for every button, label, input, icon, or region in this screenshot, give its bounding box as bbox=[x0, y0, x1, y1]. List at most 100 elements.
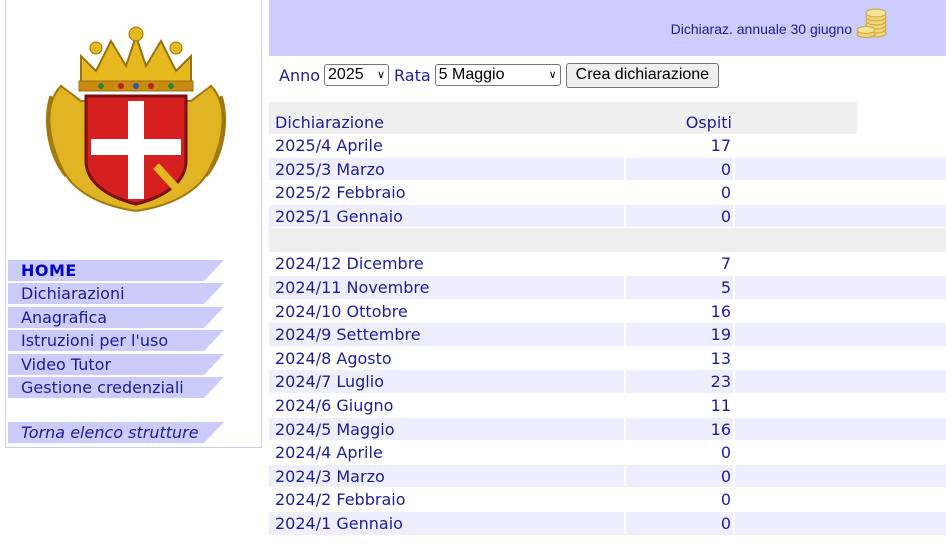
cell-empty bbox=[735, 370, 946, 393]
ospiti-value: 0 bbox=[720, 490, 731, 510]
declaration-link[interactable]: 2024/10 Ottobre bbox=[275, 301, 408, 322]
cell-dichiarazione: 2025/3 Marzo bbox=[269, 157, 624, 181]
sidebar-menu: HOME Dichiarazioni Anagrafica Istruzioni… bbox=[8, 260, 261, 445]
table-row: 2024/9 Settembre 19 bbox=[269, 323, 946, 347]
cell-ospiti: 0 bbox=[626, 464, 733, 488]
table-row: 2024/11 Novembre 5 bbox=[269, 275, 946, 300]
cell-ospiti: 23 bbox=[626, 370, 733, 393]
declaration-link[interactable]: 2024/4 Aprile bbox=[275, 442, 383, 463]
table-row: 2025/2 Febbraio 0 bbox=[269, 181, 946, 205]
cell-ospiti: 0 bbox=[626, 511, 733, 535]
chevron-down-icon: ∨ bbox=[376, 69, 386, 81]
cell-ospiti: 5 bbox=[626, 275, 733, 299]
declaration-link[interactable]: 2024/5 Maggio bbox=[275, 419, 395, 440]
declaration-link[interactable]: 2024/11 Novembre bbox=[275, 277, 429, 298]
menu-item-label: Video Tutor bbox=[21, 354, 112, 374]
declaration-link[interactable]: 2024/1 Gennaio bbox=[275, 513, 403, 534]
cell-ospiti: 13 bbox=[626, 346, 733, 370]
cell-empty bbox=[735, 252, 946, 275]
cell-empty bbox=[735, 393, 946, 417]
cell-dichiarazione: 2024/2 Febbraio bbox=[269, 488, 624, 511]
table-group-2025: 2025/4 Aprile 17 2025/3 Marzo 0 2025/2 Febbr… bbox=[269, 134, 946, 228]
table-group-2024: 2024/12 Dicembre 7 2024/11 Novembre 5 2024/1… bbox=[269, 252, 946, 535]
cell-empty bbox=[735, 441, 946, 464]
ospiti-value: 7 bbox=[720, 254, 731, 274]
anno-select-value: 2025 bbox=[328, 66, 364, 83]
crea-dichiarazione-button[interactable]: Crea dichiarazione bbox=[565, 62, 720, 88]
menu-item-anagrafica[interactable]: Anagrafica bbox=[8, 306, 261, 328]
torna-elenco-strutture-link[interactable]: Torna elenco strutture bbox=[8, 421, 261, 443]
cell-ospiti: 16 bbox=[626, 417, 733, 441]
cell-dichiarazione: 2024/6 Giugno bbox=[269, 393, 624, 417]
group-separator bbox=[269, 228, 946, 253]
table-row: 2024/8 Agosto 13 bbox=[269, 346, 946, 371]
cell-dichiarazione: 2024/10 Ottobre bbox=[269, 299, 624, 323]
cell-ospiti: 7 bbox=[626, 252, 733, 275]
cell-dichiarazione: 2024/7 Luglio bbox=[269, 370, 624, 393]
declaration-link[interactable]: 2025/3 Marzo bbox=[275, 159, 385, 180]
table-row: 2024/6 Giugno 11 bbox=[269, 393, 946, 418]
declaration-link[interactable]: 2024/12 Dicembre bbox=[275, 253, 424, 274]
ospiti-value: 0 bbox=[720, 443, 731, 463]
cell-empty bbox=[735, 511, 946, 535]
menu-item-video-tutor[interactable]: Video Tutor bbox=[8, 353, 261, 375]
menu-item-home[interactable]: HOME bbox=[8, 260, 261, 281]
declaration-link[interactable]: 2024/6 Giugno bbox=[275, 395, 393, 416]
cell-ospiti: 0 bbox=[626, 488, 733, 511]
cell-empty bbox=[735, 275, 946, 299]
declaration-link[interactable]: 2024/3 Marzo bbox=[275, 466, 385, 487]
rata-select[interactable]: 5 Maggio ∨ bbox=[434, 64, 561, 86]
declaration-link[interactable]: 2025/2 Febbraio bbox=[275, 182, 405, 203]
cell-empty bbox=[735, 346, 946, 370]
anno-label: Anno bbox=[279, 65, 321, 85]
declaration-link[interactable]: 2025/1 Gennaio bbox=[275, 206, 403, 227]
ospiti-value: 0 bbox=[720, 159, 731, 179]
ospiti-value: 0 bbox=[720, 466, 731, 486]
ospiti-value: 23 bbox=[710, 372, 731, 392]
cell-ospiti: 19 bbox=[626, 323, 733, 346]
cell-ospiti: 11 bbox=[626, 393, 733, 417]
cell-ospiti: 0 bbox=[626, 441, 733, 464]
anno-select[interactable]: 2025 ∨ bbox=[324, 64, 390, 86]
menu-item-label: Torna elenco strutture bbox=[21, 422, 199, 442]
cell-empty bbox=[735, 134, 946, 157]
ospiti-value: 16 bbox=[710, 419, 731, 439]
main-content: Dichiaraz. annuale 30 giugno Anno 2025 ∨… bbox=[269, 0, 946, 545]
cell-empty bbox=[735, 299, 946, 323]
ospiti-value: 11 bbox=[710, 395, 731, 415]
declaration-link[interactable]: 2024/8 Agosto bbox=[275, 348, 392, 369]
cell-empty bbox=[735, 157, 946, 181]
coins-icon[interactable] bbox=[856, 5, 888, 39]
ospiti-value: 19 bbox=[710, 325, 731, 345]
menu-item-label: Istruzioni per l'uso bbox=[21, 331, 169, 351]
declaration-link[interactable]: 2025/4 Aprile bbox=[275, 135, 383, 156]
cell-dichiarazione: 2024/8 Agosto bbox=[269, 346, 624, 370]
cell-empty bbox=[735, 323, 946, 346]
cell-dichiarazione: 2025/2 Febbraio bbox=[269, 181, 624, 204]
table-row: 2025/1 Gennaio 0 bbox=[269, 204, 946, 229]
declaration-link[interactable]: 2024/2 Febbraio bbox=[275, 489, 405, 510]
table-row: 2024/3 Marzo 0 bbox=[269, 464, 946, 489]
menu-item-label: Dichiarazioni bbox=[21, 284, 125, 304]
annual-declaration-link[interactable]: Dichiaraz. annuale 30 giugno bbox=[671, 21, 852, 37]
cell-empty bbox=[735, 181, 946, 204]
column-header-ospiti: Ospiti bbox=[685, 113, 732, 132]
ospiti-value: 0 bbox=[720, 206, 731, 226]
table-row: 2024/1 Gennaio 0 bbox=[269, 511, 946, 536]
table-header: Dichiarazione Ospiti bbox=[269, 102, 857, 134]
declaration-link[interactable]: 2024/9 Settembre bbox=[275, 324, 421, 345]
table-row: 2024/10 Ottobre 16 bbox=[269, 299, 946, 324]
cell-dichiarazione: 2025/4 Aprile bbox=[269, 134, 624, 157]
menu-item-gestione-credenziali[interactable]: Gestione credenziali bbox=[8, 376, 261, 398]
menu-item-dichiarazioni[interactable]: Dichiarazioni bbox=[8, 283, 261, 305]
table-row: 2024/4 Aprile 0 bbox=[269, 441, 946, 465]
declaration-controls: Anno 2025 ∨ Rata 5 Maggio ∨ Crea dichiar… bbox=[279, 62, 720, 88]
cell-dichiarazione: 2024/12 Dicembre bbox=[269, 252, 624, 275]
cell-dichiarazione: 2025/1 Gennaio bbox=[269, 204, 624, 228]
ospiti-value: 17 bbox=[710, 136, 731, 155]
declaration-link[interactable]: 2024/7 Luglio bbox=[275, 371, 384, 392]
cell-ospiti: 0 bbox=[626, 204, 733, 228]
table-row: 2025/3 Marzo 0 bbox=[269, 157, 946, 182]
menu-item-istruzioni[interactable]: Istruzioni per l'uso bbox=[8, 330, 261, 352]
chevron-down-icon: ∨ bbox=[548, 69, 557, 81]
